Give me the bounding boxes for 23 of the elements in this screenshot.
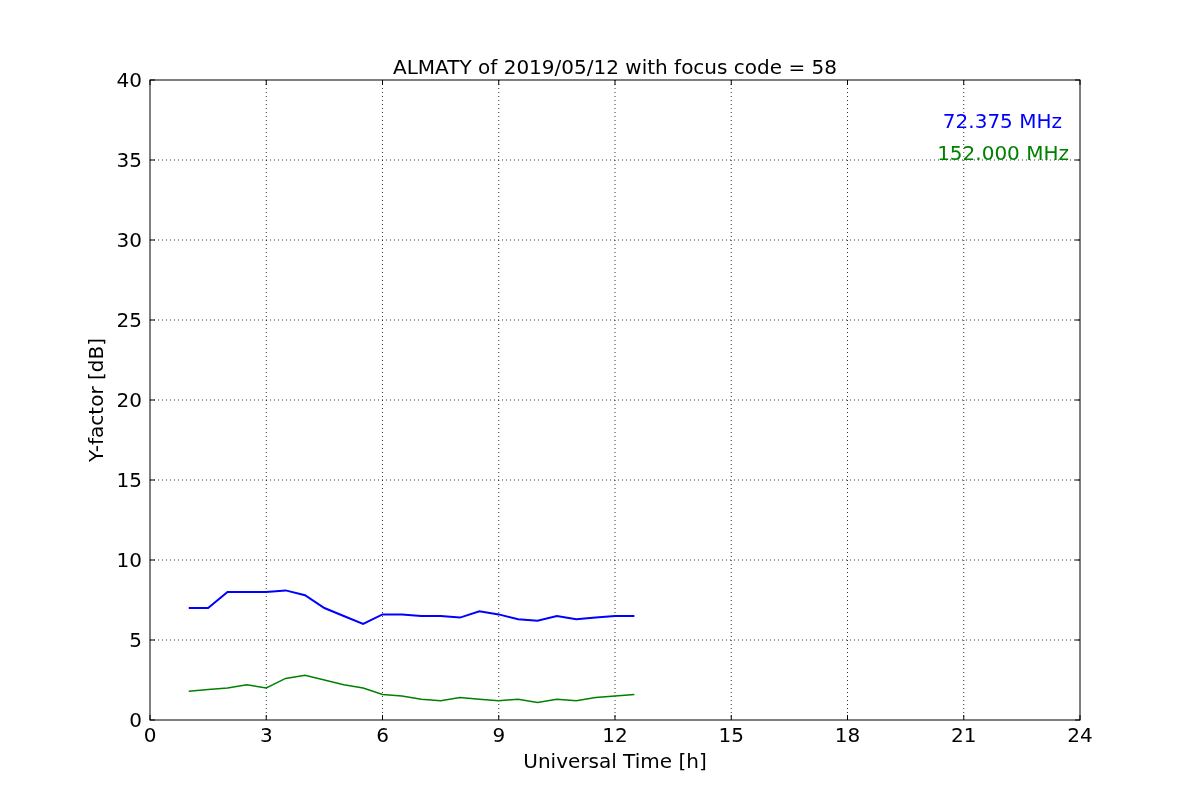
y-tick-label: 20 xyxy=(116,388,142,412)
chart-title: ALMATY of 2019/05/12 with focus code = 58 xyxy=(393,55,837,79)
x-tick-label: 6 xyxy=(376,723,389,747)
y-tick-label: 0 xyxy=(129,708,142,732)
x-tick-label: 0 xyxy=(143,723,157,747)
y-tick-label: 15 xyxy=(116,468,142,492)
x-tick-label: 24 xyxy=(1067,723,1093,747)
y-tick-label: 10 xyxy=(116,548,142,572)
y-axis-label: Y-factor [dB] xyxy=(84,338,108,462)
y-tick-label: 40 xyxy=(116,68,142,92)
x-tick-label: 3 xyxy=(259,723,273,747)
x-tick-label: 12 xyxy=(602,723,628,747)
y-tick-label: 5 xyxy=(129,628,142,652)
x-axis-label: Universal Time [h] xyxy=(523,749,707,773)
x-tick-label: 18 xyxy=(834,723,861,747)
x-tick-label: 9 xyxy=(492,723,506,747)
y-tick-label: 25 xyxy=(116,308,142,332)
y-tick-label: 30 xyxy=(116,228,142,252)
y-tick-label: 35 xyxy=(116,148,142,172)
legend-label: 152.000 MHz xyxy=(937,141,1069,165)
x-tick-label: 21 xyxy=(951,723,977,747)
x-tick-label: 15 xyxy=(718,723,744,747)
legend-label: 72.375 MHz xyxy=(942,109,1062,133)
